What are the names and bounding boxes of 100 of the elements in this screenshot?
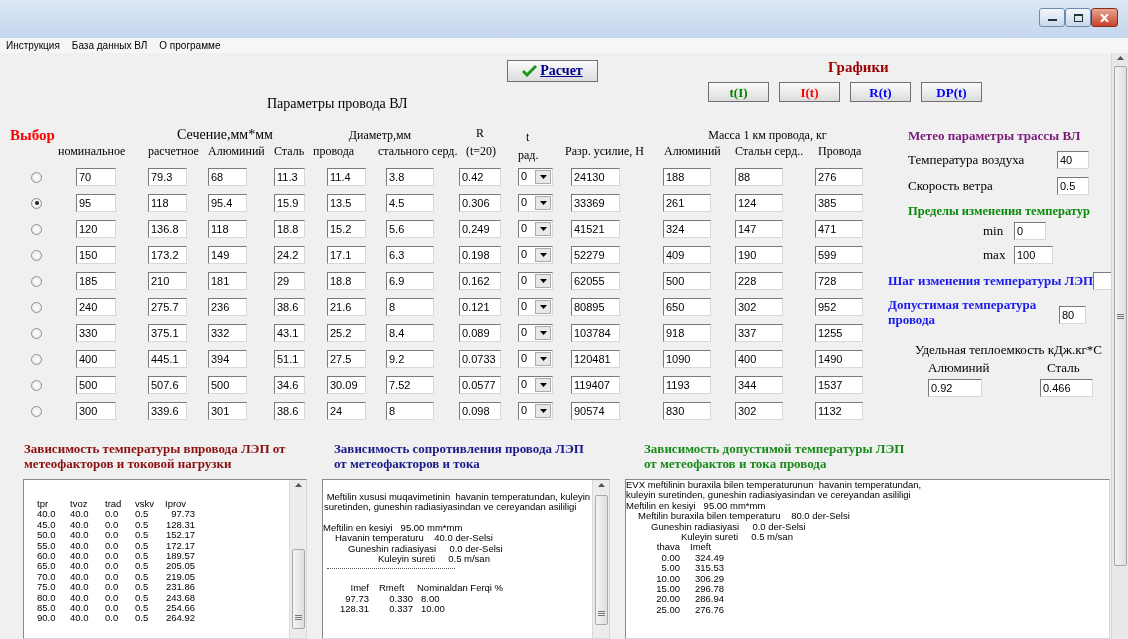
text-field[interactable]: 29 — [274, 272, 305, 290]
text-field[interactable]: 33369 — [571, 194, 620, 212]
text-field[interactable]: 95 — [76, 194, 116, 212]
text-field[interactable]: 51.1 — [274, 350, 305, 368]
text-field[interactable]: 0.121 — [459, 298, 501, 316]
radio-button[interactable] — [31, 275, 42, 287]
text-field[interactable]: 0.098 — [459, 402, 501, 420]
dropdown[interactable]: 0 — [518, 246, 553, 264]
text-field[interactable]: 15.2 — [327, 220, 366, 238]
text-field[interactable]: 302 — [735, 402, 783, 420]
text-field[interactable]: 952 — [815, 298, 863, 316]
text-field[interactable]: 400 — [735, 350, 783, 368]
scrollbar[interactable] — [289, 480, 306, 638]
chart-button[interactable]: t(I) — [708, 82, 769, 102]
text-field[interactable]: 185 — [76, 272, 116, 290]
text-field[interactable]: 70 — [76, 168, 116, 186]
text-field[interactable]: 409 — [663, 246, 711, 264]
text-field[interactable]: 17.1 — [327, 246, 366, 264]
text-field[interactable]: 5.6 — [386, 220, 434, 238]
text-field[interactable]: 6.9 — [386, 272, 434, 290]
text-field[interactable]: 500 — [208, 376, 247, 394]
text-field[interactable]: 34.6 — [274, 376, 305, 394]
text-field[interactable]: 324 — [663, 220, 711, 238]
text-field[interactable]: 8 — [386, 402, 434, 420]
text-field[interactable]: 1537 — [815, 376, 863, 394]
text-field[interactable]: 147 — [735, 220, 783, 238]
text-field[interactable]: 0.0733 — [459, 350, 501, 368]
text-field[interactable]: 261 — [663, 194, 711, 212]
text-field[interactable]: 1132 — [815, 402, 863, 420]
text-field[interactable]: 41521 — [571, 220, 620, 238]
text-field[interactable]: 9.2 — [386, 350, 434, 368]
text-field[interactable]: 500 — [76, 376, 116, 394]
text-field[interactable]: 830 — [663, 402, 711, 420]
text-field[interactable]: 95.4 — [208, 194, 247, 212]
menu-item[interactable]: О программе — [159, 39, 221, 52]
text-field[interactable]: 88 — [735, 168, 783, 186]
text-field[interactable]: 1255 — [815, 324, 863, 342]
text-field[interactable]: 0.5 — [1057, 176, 1089, 195]
text-field[interactable]: 1090 — [663, 350, 711, 368]
text-field[interactable]: 80895 — [571, 298, 620, 316]
text-field[interactable]: 190 — [735, 246, 783, 264]
text-field[interactable]: 52279 — [571, 246, 620, 264]
text-field[interactable]: 0 — [1014, 221, 1046, 240]
text-field[interactable]: 13.5 — [327, 194, 366, 212]
text-field[interactable]: 445.1 — [148, 350, 187, 368]
text-field[interactable]: 1490 — [815, 350, 863, 368]
chart-button[interactable]: R(t) — [850, 82, 911, 102]
text-field[interactable]: 6.3 — [386, 246, 434, 264]
radio-button[interactable] — [31, 353, 42, 365]
text-field[interactable]: 302 — [735, 298, 783, 316]
output-textbox[interactable] — [625, 479, 1110, 639]
calculate-button[interactable]: Расчет — [507, 60, 598, 82]
text-field[interactable]: 150 — [76, 246, 116, 264]
text-field[interactable]: 599 — [815, 246, 863, 264]
text-field[interactable]: 0.466 — [1040, 378, 1093, 397]
text-field[interactable]: 275.7 — [148, 298, 187, 316]
text-field[interactable]: 24.2 — [274, 246, 305, 264]
radio-button[interactable] — [31, 171, 42, 183]
radio-button[interactable] — [31, 379, 42, 391]
chart-button[interactable]: DP(t) — [921, 82, 982, 102]
dropdown[interactable]: 0 — [518, 298, 553, 316]
text-field[interactable]: 394 — [208, 350, 247, 368]
radio-button[interactable] — [31, 223, 42, 235]
dropdown[interactable]: 0 — [518, 402, 553, 420]
text-field[interactable]: 650 — [663, 298, 711, 316]
text-field[interactable]: 18.8 — [327, 272, 366, 290]
text-field[interactable]: 228 — [735, 272, 783, 290]
text-field[interactable]: 11.4 — [327, 168, 366, 186]
text-field[interactable]: 7.52 — [386, 376, 434, 394]
text-field[interactable]: 119407 — [571, 376, 620, 394]
text-field[interactable]: 330 — [76, 324, 116, 342]
text-field[interactable]: 236 — [208, 298, 247, 316]
output-textbox[interactable] — [322, 479, 610, 639]
text-field[interactable]: 0.0577 — [459, 376, 501, 394]
text-field[interactable]: 210 — [148, 272, 187, 290]
text-field[interactable]: 332 — [208, 324, 247, 342]
text-field[interactable]: 15.9 — [274, 194, 305, 212]
text-field[interactable]: 400 — [76, 350, 116, 368]
text-field[interactable]: 918 — [663, 324, 711, 342]
text-field[interactable]: 344 — [735, 376, 783, 394]
text-field[interactable]: 240 — [76, 298, 116, 316]
text-field[interactable]: 0.306 — [459, 194, 501, 212]
text-field[interactable]: 1193 — [663, 376, 711, 394]
scrollbar[interactable] — [592, 480, 609, 638]
text-field[interactable]: 118 — [148, 194, 187, 212]
text-field[interactable]: 100 — [1014, 245, 1053, 264]
text-field[interactable]: 80 — [1059, 306, 1086, 325]
text-field[interactable]: 0.92 — [928, 378, 982, 397]
text-field[interactable]: 300 — [76, 402, 116, 420]
text-field[interactable]: 21.6 — [327, 298, 366, 316]
text-field[interactable]: 149 — [208, 246, 247, 264]
radio-button[interactable] — [31, 301, 42, 313]
text-field[interactable]: 0.198 — [459, 246, 501, 264]
text-field[interactable]: 3.8 — [386, 168, 434, 186]
text-field[interactable]: 337 — [735, 324, 783, 342]
text-field[interactable]: 120481 — [571, 350, 620, 368]
text-field[interactable]: 375.1 — [148, 324, 187, 342]
text-field[interactable]: 103784 — [571, 324, 620, 342]
output-textbox[interactable] — [23, 479, 307, 639]
text-field[interactable]: 38.6 — [274, 298, 305, 316]
